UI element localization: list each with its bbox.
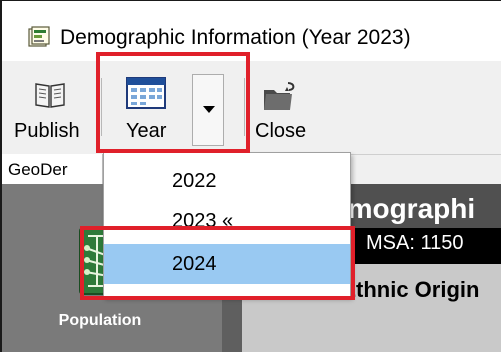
menu-item-2022[interactable]: 2022: [104, 161, 350, 201]
year-button-highlight: [96, 52, 250, 153]
book-icon: [35, 83, 65, 108]
menu-item-2024-highlight: [80, 226, 355, 300]
folder-close-icon: [264, 82, 295, 110]
msa-label: MSA: 1150: [366, 232, 464, 254]
window-border-left: [0, 0, 2, 352]
report-banner-title: emographi: [332, 193, 476, 224]
tab-label: GeoDer: [8, 160, 68, 179]
tab-geodemographics[interactable]: GeoDer: [2, 154, 103, 184]
menu-item-label: 2022: [172, 170, 217, 192]
app-icon: [28, 26, 50, 47]
close-button[interactable]: Close: [255, 120, 306, 143]
publish-button[interactable]: Publish: [14, 120, 80, 143]
population-label: Population: [58, 312, 142, 329]
window-title: Demographic Information (Year 2023): [60, 26, 411, 49]
